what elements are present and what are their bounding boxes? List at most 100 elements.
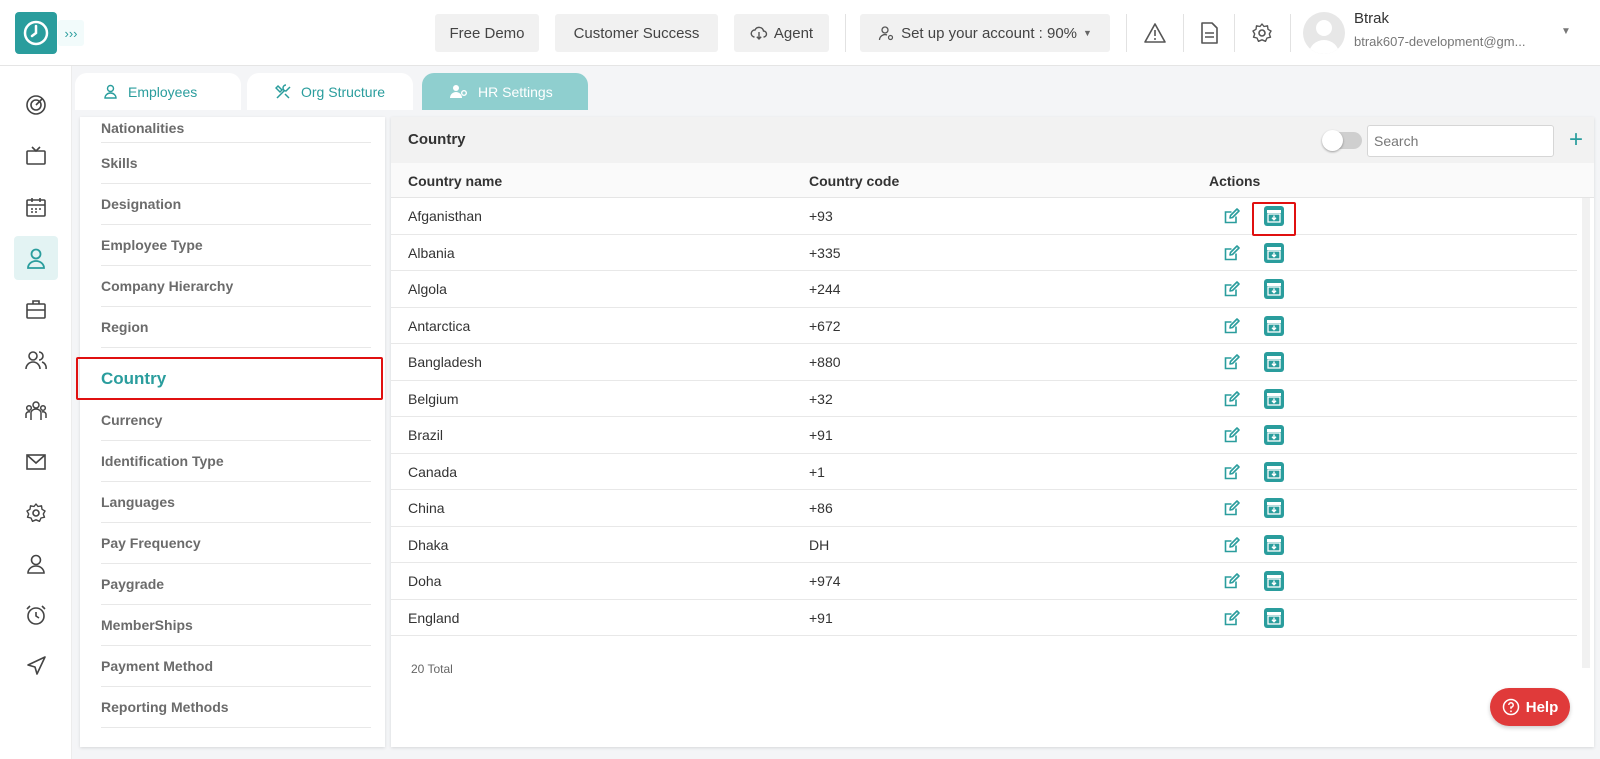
edit-icon[interactable] bbox=[1223, 499, 1241, 517]
tab-org-structure[interactable]: Org Structure bbox=[247, 73, 413, 110]
country-code-cell: +32 bbox=[809, 390, 833, 407]
sidebar-item-label: Designation bbox=[101, 196, 182, 212]
country-name-cell: Brazil bbox=[408, 427, 444, 443]
edit-icon[interactable] bbox=[1223, 426, 1241, 444]
table-body: Afganisthan +93 Albania +335 Algola +244 Antar… bbox=[391, 198, 1577, 708]
help-button[interactable]: Help bbox=[1490, 688, 1570, 726]
setup-account-dropdown[interactable]: Set up your account : 90% ▼ bbox=[860, 14, 1110, 52]
tv-icon[interactable] bbox=[14, 134, 58, 178]
sidebar-item-country[interactable]: Country bbox=[101, 357, 371, 400]
customer-success-button[interactable]: Customer Success bbox=[555, 14, 718, 52]
highlight-box-archive bbox=[1252, 202, 1296, 236]
divider bbox=[1126, 14, 1127, 52]
country-name-cell: Dhaka bbox=[408, 536, 449, 553]
table-row: Brazil +91 bbox=[391, 417, 1577, 454]
sidebar-item-payment-method[interactable]: Payment Method bbox=[101, 646, 371, 687]
users-icon[interactable] bbox=[14, 338, 58, 382]
archive-icon[interactable] bbox=[1264, 425, 1284, 445]
mail-icon[interactable] bbox=[14, 440, 58, 484]
sidebar-item-label: Region bbox=[101, 319, 149, 335]
sidebar-item-designation[interactable]: Designation bbox=[101, 184, 371, 225]
sidebar-item-skills[interactable]: Skills bbox=[101, 143, 371, 184]
edit-icon[interactable] bbox=[1223, 463, 1241, 481]
country-name-cell: Belgium bbox=[408, 390, 459, 407]
avatar[interactable] bbox=[1303, 12, 1345, 54]
sidebar-item-languages[interactable]: Languages bbox=[101, 482, 371, 523]
sidebar-item-region[interactable]: Region bbox=[101, 307, 371, 348]
column-header-country-name[interactable]: Country name bbox=[408, 173, 502, 189]
archive-icon[interactable] bbox=[1264, 607, 1284, 628]
tab-hr-settings[interactable]: HR Settings bbox=[422, 73, 588, 110]
sidebar-item-label: Payment Method bbox=[101, 658, 214, 674]
edit-icon[interactable] bbox=[1223, 280, 1241, 298]
sidebar-item-label: Nationalities bbox=[101, 119, 185, 136]
dashboard-icon[interactable] bbox=[14, 83, 58, 127]
setup-account-label: Set up your account : 90% bbox=[901, 24, 1078, 42]
sidebar-item-reporting-methods[interactable]: Reporting Methods bbox=[101, 687, 371, 728]
sidebar-item-paygrade[interactable]: Paygrade bbox=[101, 564, 371, 605]
add-icon[interactable]: + bbox=[1566, 125, 1586, 155]
document-icon[interactable] bbox=[1196, 20, 1222, 46]
sidebar-item-identification-type[interactable]: Identification Type bbox=[101, 441, 371, 482]
archive-icon[interactable] bbox=[1264, 352, 1284, 372]
archive-icon[interactable] bbox=[1264, 571, 1284, 591]
edit-icon[interactable] bbox=[1223, 317, 1241, 335]
country-name-cell: Albania bbox=[408, 244, 455, 261]
table-row: Canada +1 bbox=[391, 454, 1577, 490]
tab-employees[interactable]: Employees bbox=[75, 73, 241, 110]
calendar-icon[interactable] bbox=[14, 185, 58, 229]
archive-icon[interactable] bbox=[1264, 534, 1284, 555]
user-name: Btrak bbox=[1354, 10, 1390, 27]
free-demo-button[interactable]: Free Demo bbox=[435, 14, 539, 52]
edit-icon[interactable] bbox=[1223, 609, 1241, 627]
gear-icon[interactable] bbox=[1249, 20, 1275, 46]
archive-icon[interactable] bbox=[1264, 242, 1284, 263]
profile-icon[interactable] bbox=[14, 542, 58, 586]
sidebar-item-memberships[interactable]: MemberShips bbox=[101, 605, 371, 646]
edit-icon[interactable] bbox=[1223, 390, 1241, 408]
table-row: Belgium +32 bbox=[391, 381, 1577, 417]
country-name-cell: Afganisthan bbox=[408, 208, 482, 224]
sidebar-item-label: Skills bbox=[101, 155, 138, 171]
warning-icon[interactable] bbox=[1142, 20, 1168, 46]
archive-icon[interactable] bbox=[1264, 498, 1284, 518]
sidebar-item-pay-frequency[interactable]: Pay Frequency bbox=[101, 523, 371, 564]
country-code-cell: +91 bbox=[809, 609, 833, 626]
edit-icon[interactable] bbox=[1223, 572, 1241, 590]
edit-icon[interactable] bbox=[1223, 244, 1241, 262]
team-icon[interactable] bbox=[14, 389, 58, 433]
edit-icon[interactable] bbox=[1223, 353, 1241, 371]
archive-icon[interactable] bbox=[1264, 461, 1284, 482]
employee-icon[interactable] bbox=[14, 236, 58, 280]
country-code-cell: +93 bbox=[809, 208, 833, 224]
table-row: Bangladesh +880 bbox=[391, 344, 1577, 381]
archive-icon[interactable] bbox=[1264, 388, 1284, 409]
archive-toggle[interactable] bbox=[1322, 130, 1362, 151]
country-code-cell: +974 bbox=[809, 573, 841, 589]
search-input[interactable] bbox=[1367, 125, 1554, 157]
sidebar-item-currency[interactable]: Currency bbox=[101, 400, 371, 441]
sidebar-item-nationalities[interactable]: Nationalities bbox=[101, 113, 371, 143]
alarm-clock-icon[interactable] bbox=[14, 593, 58, 637]
briefcase-icon[interactable] bbox=[14, 287, 58, 331]
sidebar-item-employee-type[interactable]: Employee Type bbox=[101, 225, 371, 266]
archive-icon[interactable] bbox=[1264, 279, 1284, 299]
edit-icon[interactable] bbox=[1223, 536, 1241, 554]
send-icon[interactable] bbox=[14, 644, 58, 688]
app-logo-icon[interactable] bbox=[15, 12, 57, 54]
panel-header: Country + bbox=[391, 117, 1594, 163]
table-row: Antarctica +672 bbox=[391, 308, 1577, 344]
expand-menu-icon[interactable]: ››› bbox=[58, 20, 84, 46]
hr-settings-sidebar: Nationalities Skills Designation Employe… bbox=[80, 117, 385, 747]
sidebar-item-company-hierarchy[interactable]: Company Hierarchy bbox=[101, 266, 371, 307]
archive-icon[interactable] bbox=[1264, 315, 1284, 336]
table-scrollbar[interactable] bbox=[1582, 198, 1590, 668]
settings-icon[interactable] bbox=[14, 491, 58, 535]
agent-button[interactable]: Agent bbox=[734, 14, 829, 52]
column-header-country-code[interactable]: Country code bbox=[809, 173, 899, 189]
edit-icon[interactable] bbox=[1223, 207, 1241, 225]
country-code-cell: +335 bbox=[809, 244, 841, 261]
country-code-cell: +672 bbox=[809, 317, 841, 334]
total-count: 20 Total bbox=[411, 662, 453, 676]
user-menu-caret-icon[interactable]: ▼ bbox=[1561, 26, 1571, 37]
